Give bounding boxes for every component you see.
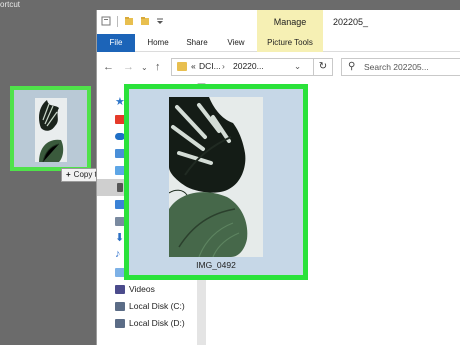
properties-icon[interactable] <box>101 16 111 26</box>
quick-access-separator <box>117 16 118 27</box>
phone-icon <box>117 183 123 192</box>
address-segment-folder[interactable]: 20220... <box>233 61 264 71</box>
window-title: 202205_ <box>333 17 369 27</box>
sidebar-item-label: Videos <box>129 284 155 294</box>
plus-icon: + <box>66 170 71 179</box>
breadcrumb-separator-icon: › <box>222 61 225 71</box>
file-name-label: IMG_0492 <box>196 260 236 270</box>
ribbon-tabs: File Home Share View Picture Tools <box>97 34 460 52</box>
back-arrow-icon[interactable]: ← <box>103 61 114 73</box>
dragged-file-ghost[interactable] <box>10 86 91 171</box>
tab-file[interactable]: File <box>97 34 135 52</box>
address-toolbar: ← → ⌄ ↑ « DCI... › 20220... ⌄ ↻ ⚲ Search… <box>97 53 460 81</box>
tab-picture-tools[interactable]: Picture Tools <box>257 34 323 52</box>
tab-view[interactable]: View <box>221 34 251 52</box>
forward-arrow-icon[interactable]: → <box>123 61 134 73</box>
folder-icon <box>177 62 187 71</box>
refresh-icon: ↻ <box>318 61 328 72</box>
recent-locations-icon[interactable]: ⌄ <box>141 63 148 72</box>
tab-share[interactable]: Share <box>181 34 213 52</box>
drive-icon <box>115 302 125 311</box>
search-icon: ⚲ <box>348 61 356 72</box>
tab-home[interactable]: Home <box>141 34 175 52</box>
video-icon <box>115 285 125 294</box>
search-box[interactable]: ⚲ Search 202205... <box>341 58 460 76</box>
address-segment-dci[interactable]: DCI... <box>199 61 221 71</box>
address-bar[interactable]: « DCI... › 20220... ⌄ <box>171 58 333 76</box>
sidebar-item-videos[interactable]: Videos <box>97 281 197 298</box>
file-item-selected[interactable]: IMG_0492 <box>124 84 308 280</box>
dragged-file-thumbnail <box>35 98 67 162</box>
new-folder-icon[interactable] <box>124 16 134 26</box>
sidebar-item-local-disk-c[interactable]: Local Disk (C:) <box>97 298 197 315</box>
sidebar-item-local-disk-d[interactable]: Local Disk (D:) <box>97 315 197 332</box>
wikihow-watermark: wikiHow <box>368 322 423 338</box>
address-dropdown-icon[interactable]: ⌄ <box>294 61 301 72</box>
watermark-wiki: wiki <box>368 322 394 338</box>
refresh-button[interactable]: ↻ <box>313 58 333 76</box>
sidebar-item-label: Local Disk (D:) <box>129 318 185 328</box>
desktop-shortcut-label: ortcut <box>0 0 21 9</box>
drive-icon <box>115 319 125 328</box>
address-prefix: « <box>191 61 196 71</box>
watermark-how: How <box>393 322 423 338</box>
customize-dropdown-icon[interactable] <box>155 16 165 26</box>
title-bar: Manage 202205_ <box>97 10 460 34</box>
search-placeholder: Search 202205... <box>364 62 429 72</box>
file-thumbnail <box>169 97 263 257</box>
sidebar-item-label: Local Disk (C:) <box>129 301 185 311</box>
up-arrow-icon[interactable]: ↑ <box>155 61 161 73</box>
folder-icon[interactable] <box>140 16 150 26</box>
manage-tab[interactable]: Manage <box>257 10 323 34</box>
